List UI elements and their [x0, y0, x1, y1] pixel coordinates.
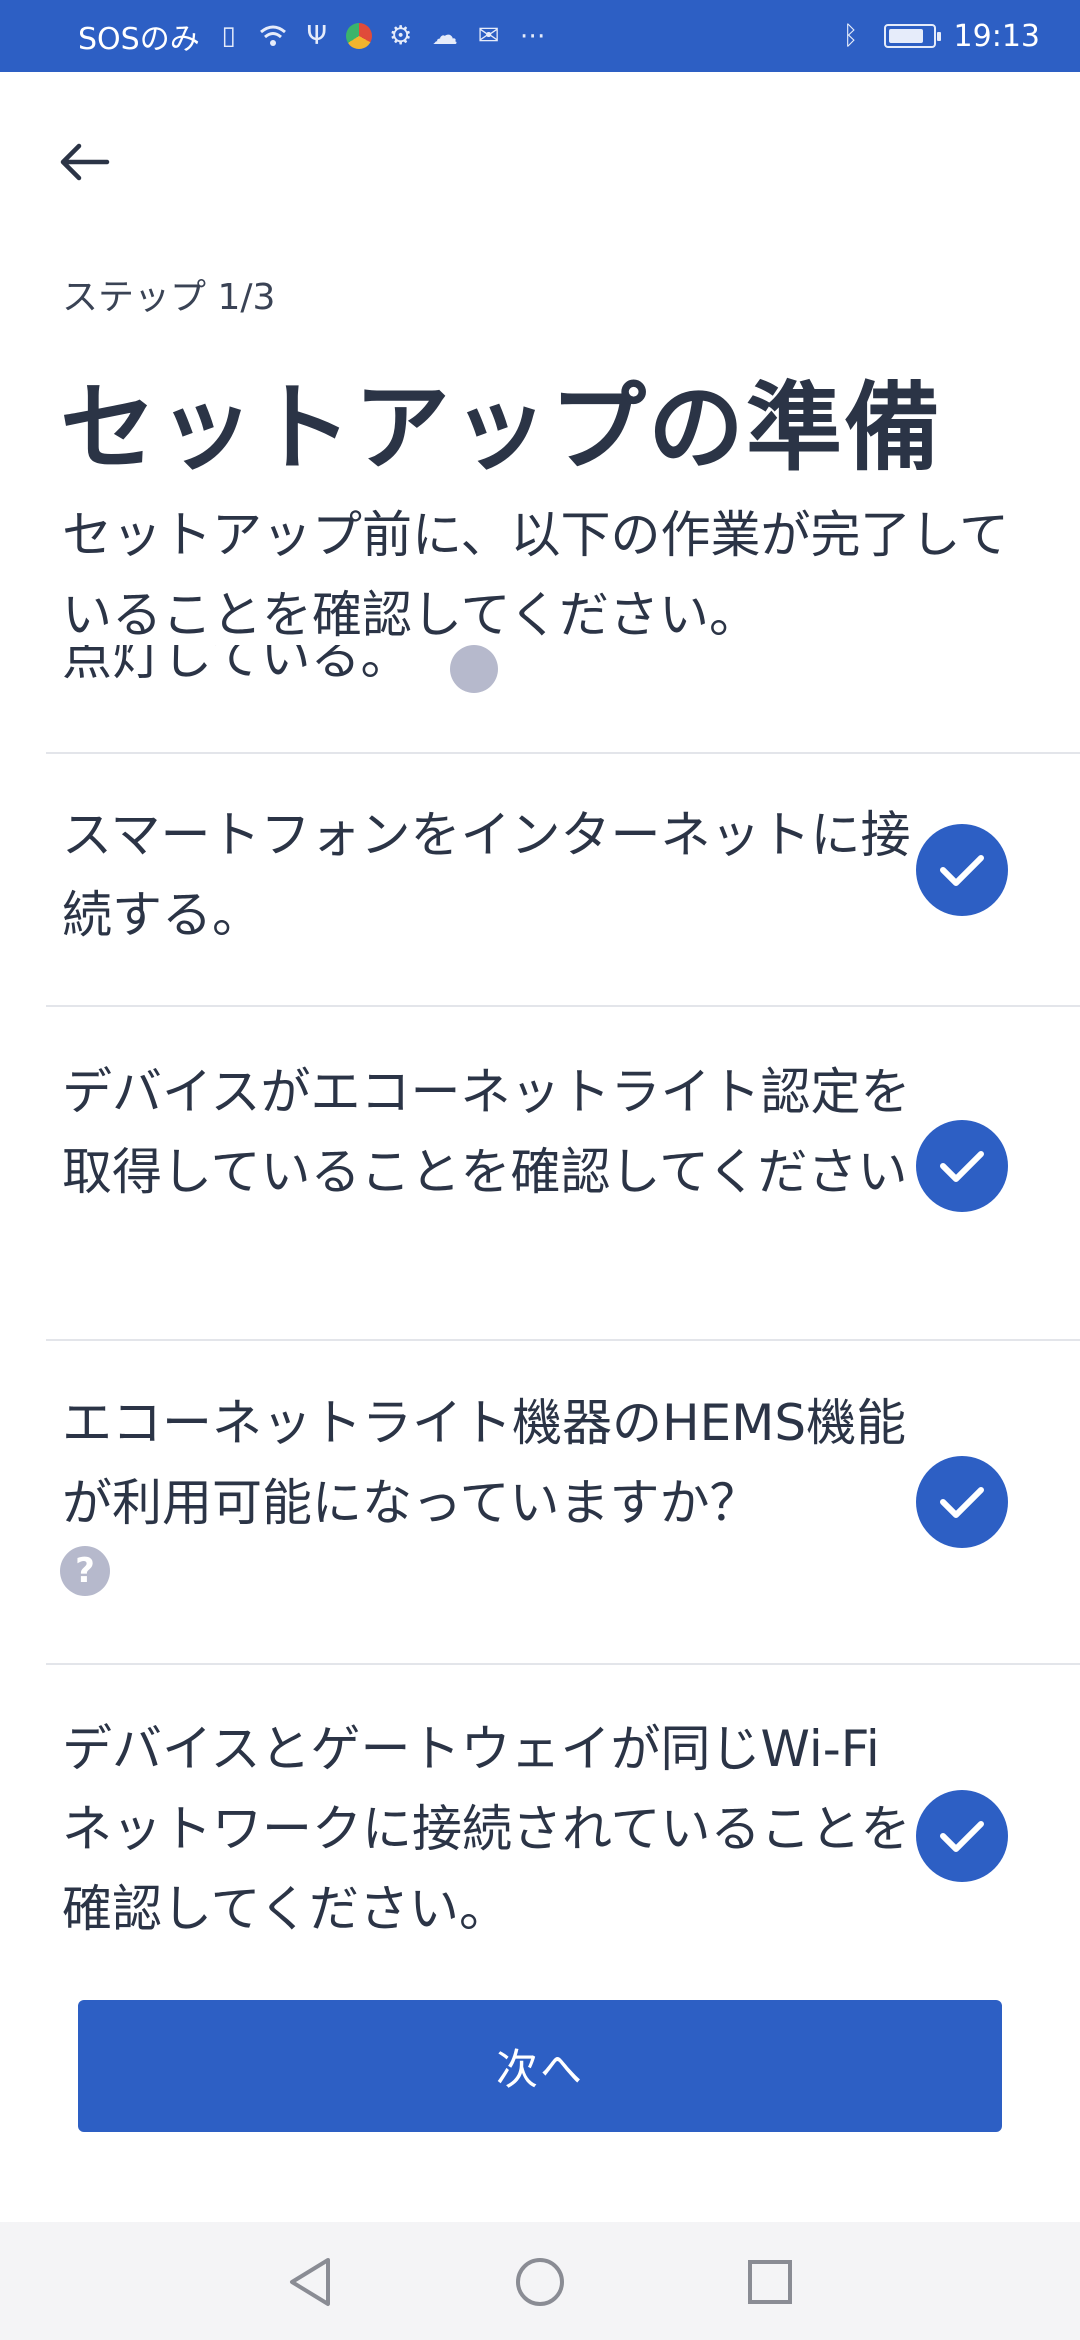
checklist[interactable]: 点灯している。 スマートフォンをインターネットに接続する。 デバイスがエコーネッ…: [0, 645, 1080, 1965]
help-icon[interactable]: ?: [60, 1546, 110, 1596]
browser-icon: [345, 23, 372, 49]
checkmark-icon[interactable]: [916, 1456, 1008, 1548]
nav-back-button[interactable]: [280, 2252, 340, 2312]
step-indicator: ステップ 1/3: [62, 277, 276, 318]
circle-home-icon: [516, 2258, 564, 2306]
status-bar: SOSのみ ▯ Ψ ⚙ ☁ ✉ ⋯ ᛒ 19:13: [0, 0, 1080, 72]
checklist-item-echonet[interactable]: デバイスがエコーネットライト認定を取得していることを確認してください: [0, 1007, 1080, 1337]
carrier-text: SOSのみ: [78, 22, 200, 57]
wifi-icon: [258, 21, 288, 51]
square-recents-icon: [748, 2260, 792, 2304]
battery-icon: [883, 24, 941, 48]
status-right: ᛒ 19:13: [836, 0, 1040, 72]
checklist-item-label: スマートフォンをインターネットに接続する。: [62, 806, 911, 944]
system-nav-bar: [0, 2222, 1080, 2340]
checkmark-icon[interactable]: [916, 1790, 1008, 1882]
checklist-item-label: デバイスがエコーネットライト認定を取得していることを確認してください: [62, 1063, 911, 1201]
checklist-item-wifi[interactable]: デバイスとゲートウェイが同じWi-Fiネットワークに接続されていることを確認して…: [0, 1665, 1080, 1965]
sim-icon: ▯: [221, 21, 236, 51]
checklist-item-label: デバイスとゲートウェイが同じWi-Fiネットワークに接続されていることを確認して…: [62, 1720, 911, 1938]
clock: 19:13: [953, 18, 1040, 54]
notification-icon: ✉: [477, 21, 500, 51]
cloud-icon: ☁: [431, 21, 458, 51]
page-title: セットアップの準備: [60, 372, 942, 484]
settings-icon: ⚙: [389, 21, 413, 51]
usb-icon: Ψ: [306, 21, 327, 51]
back-arrow-icon: [60, 143, 110, 181]
nav-home-button[interactable]: [510, 2252, 570, 2312]
checklist-item-hems[interactable]: エコーネットライト機器のHEMS機能が利用可能になっていますか？ ?: [0, 1341, 1080, 1661]
checkmark-icon[interactable]: [916, 824, 1008, 916]
nav-recents-button[interactable]: [740, 2252, 800, 2312]
more-icon: ⋯: [519, 21, 546, 51]
checkmark-icon[interactable]: [916, 1120, 1008, 1212]
checklist-item-internet[interactable]: スマートフォンをインターネットに接続する。: [0, 754, 1080, 1004]
next-button[interactable]: 次へ: [78, 2000, 1002, 2132]
help-icon[interactable]: [450, 645, 498, 693]
bluetooth-icon: ᛒ: [842, 21, 859, 51]
page-subtitle: セットアップ前に、以下の作業が完了していることを確認してください。: [62, 506, 1009, 644]
checklist-item-label: エコーネットライト機器のHEMS機能が利用可能になっていますか？: [62, 1394, 907, 1532]
status-left: SOSのみ ▯ Ψ ⚙ ☁ ✉ ⋯: [78, 0, 548, 72]
triangle-back-icon: [290, 2258, 330, 2306]
back-button[interactable]: [52, 130, 116, 194]
clipped-list-item: 点灯している。: [62, 645, 411, 686]
